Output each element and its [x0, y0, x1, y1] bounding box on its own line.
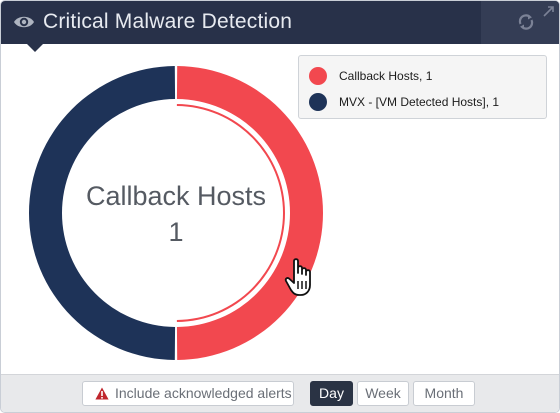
header-tools — [481, 1, 559, 44]
donut-slice-mvx-vm-detected-hosts[interactable] — [28, 66, 176, 360]
legend-swatch-callback-hosts — [309, 67, 327, 85]
widget-header: Critical Malware Detection — [1, 1, 559, 44]
range-day-button[interactable]: Day — [310, 381, 353, 406]
legend-swatch-mvx-vm-detected — [309, 93, 327, 111]
donut-center-label: Callback Hosts — [86, 181, 266, 211]
warning-icon — [95, 387, 109, 400]
legend-label-mvx-vm-detected: MVX - [VM Detected Hosts], 1 — [339, 95, 500, 109]
eye-icon[interactable] — [13, 13, 35, 31]
refresh-icon[interactable] — [517, 13, 535, 31]
donut-center-value: 1 — [168, 217, 183, 247]
legend-label-callback-hosts: Callback Hosts, 1 — [339, 69, 433, 83]
expand-icon[interactable] — [543, 6, 554, 17]
malware-widget: Critical Malware Detection Callback Host… — [0, 0, 560, 413]
widget-title: Critical Malware Detection — [43, 10, 293, 33]
range-week-button[interactable]: Week — [357, 381, 409, 406]
include-acknowledged-label: Include acknowledged alerts — [115, 385, 292, 401]
range-month-button[interactable]: Month — [413, 381, 475, 406]
chart-legend: Callback Hosts, 1 MVX - [VM Detected Hos… — [298, 55, 547, 119]
include-acknowledged-button[interactable]: Include acknowledged alerts — [82, 381, 294, 406]
widget-footer: Include acknowledged alerts Day Week Mon… — [1, 374, 559, 412]
